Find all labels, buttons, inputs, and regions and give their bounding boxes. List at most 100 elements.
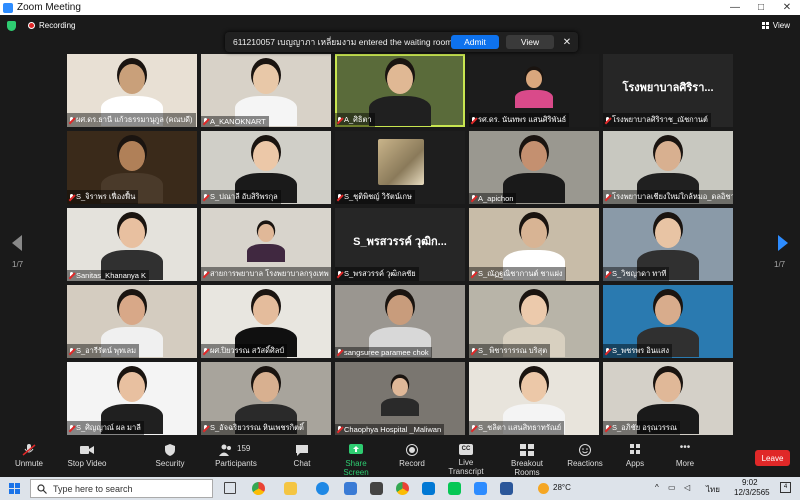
taskbar-search-placeholder: Type here to search (53, 483, 133, 494)
participant-tile[interactable]: สายการพยาบาล โรงพยาบาลกรุงเทพ (201, 208, 331, 281)
participant-name-label: A_KANOKNART (201, 116, 269, 127)
close-window-button[interactable]: ✕ (774, 2, 800, 13)
unmute-button[interactable]: Unmute (12, 444, 46, 468)
apps-button[interactable]: Apps (624, 444, 646, 468)
record-button[interactable]: Record (398, 444, 426, 468)
next-page-arrow-icon[interactable] (778, 235, 788, 251)
muted-mic-icon (203, 424, 208, 432)
participant-tile[interactable]: S_ชุติพิชญ์ วิรัตน์เกษ (335, 131, 465, 204)
windows-start-icon[interactable] (9, 483, 20, 494)
close-notification-icon[interactable]: ✕ (560, 37, 574, 48)
participant-tile[interactable]: S_ชลิตา แสนสิทธาทรัณย์ (469, 362, 599, 435)
chrome-icon[interactable] (252, 482, 265, 495)
participant-tile[interactable]: รศ.ดร. นันทพร แสนศิริพันธ์ (469, 54, 599, 127)
clock-date[interactable]: 12/3/2565 (734, 488, 770, 497)
participant-tile[interactable]: S_ปณาลี อับสิริพรกุล (201, 131, 331, 204)
participant-name: S_พรสวรรค์ วุฒิกลชัย (344, 269, 416, 278)
participant-face (253, 295, 279, 325)
grid-view-icon (761, 22, 769, 29)
participant-name-label: S_ชลิตา แสนสิทธาทรัณย์ (469, 421, 565, 435)
participant-tile[interactable]: S_พชรพร อินแสง (603, 285, 733, 358)
participant-name: S_อารีรัตน์ พุทเลม (76, 346, 137, 355)
participant-name-label: S_ณัฏฐณิชากานต์ ชาแฝง (469, 267, 566, 281)
participant-name: S_ พิชารารรณ บริสุต (478, 346, 548, 355)
recording-indicator[interactable]: Recording (28, 21, 75, 30)
participant-name: S_จิราพร เฟื่องฟื้น (76, 192, 136, 201)
mail-icon[interactable] (422, 482, 435, 495)
muted-mic-icon (203, 270, 208, 278)
security-label: Security (155, 459, 185, 468)
breakout-rooms-button[interactable]: Breakout Rooms (498, 444, 556, 477)
share-screen-button[interactable]: Share Screen (333, 444, 379, 477)
participant-tile[interactable]: S_อัจฉริยวรรณ หินเพชรกิตติ์ (201, 362, 331, 435)
view-button[interactable]: View (761, 21, 790, 30)
minimize-button[interactable]: — (722, 2, 748, 13)
input-language[interactable]: ไทย (706, 483, 720, 496)
muted-mic-icon (337, 349, 342, 356)
live-transcript-button[interactable]: CC Live Transcript (441, 444, 491, 476)
participant-tile[interactable]: ผศ.ดร.ธานี แก้วธรรมานุกูล (คณบดี) (67, 54, 197, 127)
chrome-window-icon[interactable] (396, 482, 409, 495)
stop-video-button[interactable]: Stop Video (64, 444, 110, 468)
participant-face (387, 295, 413, 325)
participants-button[interactable]: 159 Participants (212, 444, 260, 468)
zoom-taskbar-icon[interactable] (474, 482, 487, 495)
speaker-icon[interactable]: ◁ (684, 483, 690, 492)
store-icon[interactable] (344, 482, 357, 495)
participant-tile[interactable]: ผศ.ปิยวรรณ สวัสดิ์ศิลป์ (201, 285, 331, 358)
view-label: View (772, 21, 790, 30)
participant-tile[interactable]: S_จิราพร เฟื่องฟื้น (67, 131, 197, 204)
muted-mic-icon (605, 193, 610, 201)
security-shield-icon[interactable] (7, 21, 16, 31)
admit-button[interactable]: Admit (451, 35, 499, 49)
maximize-button[interactable]: □ (748, 2, 774, 13)
participant-tile[interactable]: S_ พิชารารรณ บริสุต (469, 285, 599, 358)
window-title: Zoom Meeting (17, 2, 81, 13)
line-app-icon[interactable] (448, 482, 461, 495)
participant-name: โรงพยาบาลเชียงใหม่ใกล้หมอ_ดลอิชา (612, 192, 733, 201)
participant-tile[interactable]: S_ศิญญาณ์ ผล มาลี (67, 362, 197, 435)
notification-view-button[interactable]: View (506, 35, 554, 49)
participant-face (655, 295, 681, 325)
reactions-button[interactable]: Reactions (567, 444, 603, 468)
participant-tile[interactable]: S_ณัฏฐณิชากานต์ ชาแฝง (469, 208, 599, 281)
participant-tile[interactable]: โรงพยาบาลเชียงใหม่ใกล้หมอ_ดลอิชา (603, 131, 733, 204)
task-view-icon[interactable] (224, 482, 236, 494)
participant-tile[interactable]: A_ศิธิตา (335, 54, 465, 127)
participant-tile[interactable]: S_พรสวรรค์ วุฒิก... S_พรสวรรค์ วุฒิกลชัย (335, 208, 465, 281)
participant-tile[interactable]: A_apichon (469, 131, 599, 204)
file-explorer-icon[interactable] (284, 482, 297, 495)
chat-label: Chat (293, 459, 311, 468)
network-icon[interactable]: ▭ (668, 483, 676, 492)
participant-body (369, 96, 431, 126)
participant-tile[interactable]: S_อภิชัย อรุณวรรณ (603, 362, 733, 435)
page-indicator-left: 1/7 (12, 260, 24, 269)
photos-icon[interactable] (370, 482, 383, 495)
muted-mic-icon (69, 116, 74, 124)
participant-face (521, 141, 547, 171)
participant-name: S_อภิชัย อรุณวรรณ (612, 423, 677, 432)
leave-button[interactable]: Leave (755, 450, 790, 466)
previous-page-arrow-icon[interactable] (12, 235, 22, 251)
more-button[interactable]: ••• More (673, 443, 697, 469)
participant-tile[interactable]: S_อารีรัตน์ พุทเลม (67, 285, 197, 358)
notification-center-icon[interactable]: 4 (780, 482, 791, 493)
participant-name: A_apichon (478, 194, 514, 203)
clock-time[interactable]: 9:02 (742, 478, 758, 487)
tray-chevron-icon[interactable]: ^ (655, 483, 659, 492)
participant-tile[interactable]: โรงพยาบาลศิริรา... โรงพยาบาลศิริราช_ณัชกา… (603, 54, 733, 127)
participant-tile[interactable]: Chaophya Hospital _Maliwan (335, 362, 465, 435)
participant-name-label: S_อารีรัตน์ พุทเลม (67, 344, 140, 358)
participant-tile[interactable]: A_KANOKNART (201, 54, 331, 127)
muted-mic-icon (471, 270, 476, 278)
participant-tile[interactable]: Sanitas_Khananya K (67, 208, 197, 281)
participant-tile[interactable]: sangsuree paramee chok (335, 285, 465, 358)
muted-mic-icon (471, 116, 476, 124)
word-icon[interactable] (500, 482, 513, 495)
taskbar-search-box[interactable]: Type here to search (30, 479, 213, 498)
participant-tile[interactable]: S_วิชญาดา ทาที (603, 208, 733, 281)
edge-icon[interactable] (316, 482, 329, 495)
chat-button[interactable]: Chat (290, 444, 314, 468)
participant-name-label: Chaophya Hospital _Maliwan (335, 424, 445, 435)
security-button[interactable]: Security (152, 444, 188, 468)
